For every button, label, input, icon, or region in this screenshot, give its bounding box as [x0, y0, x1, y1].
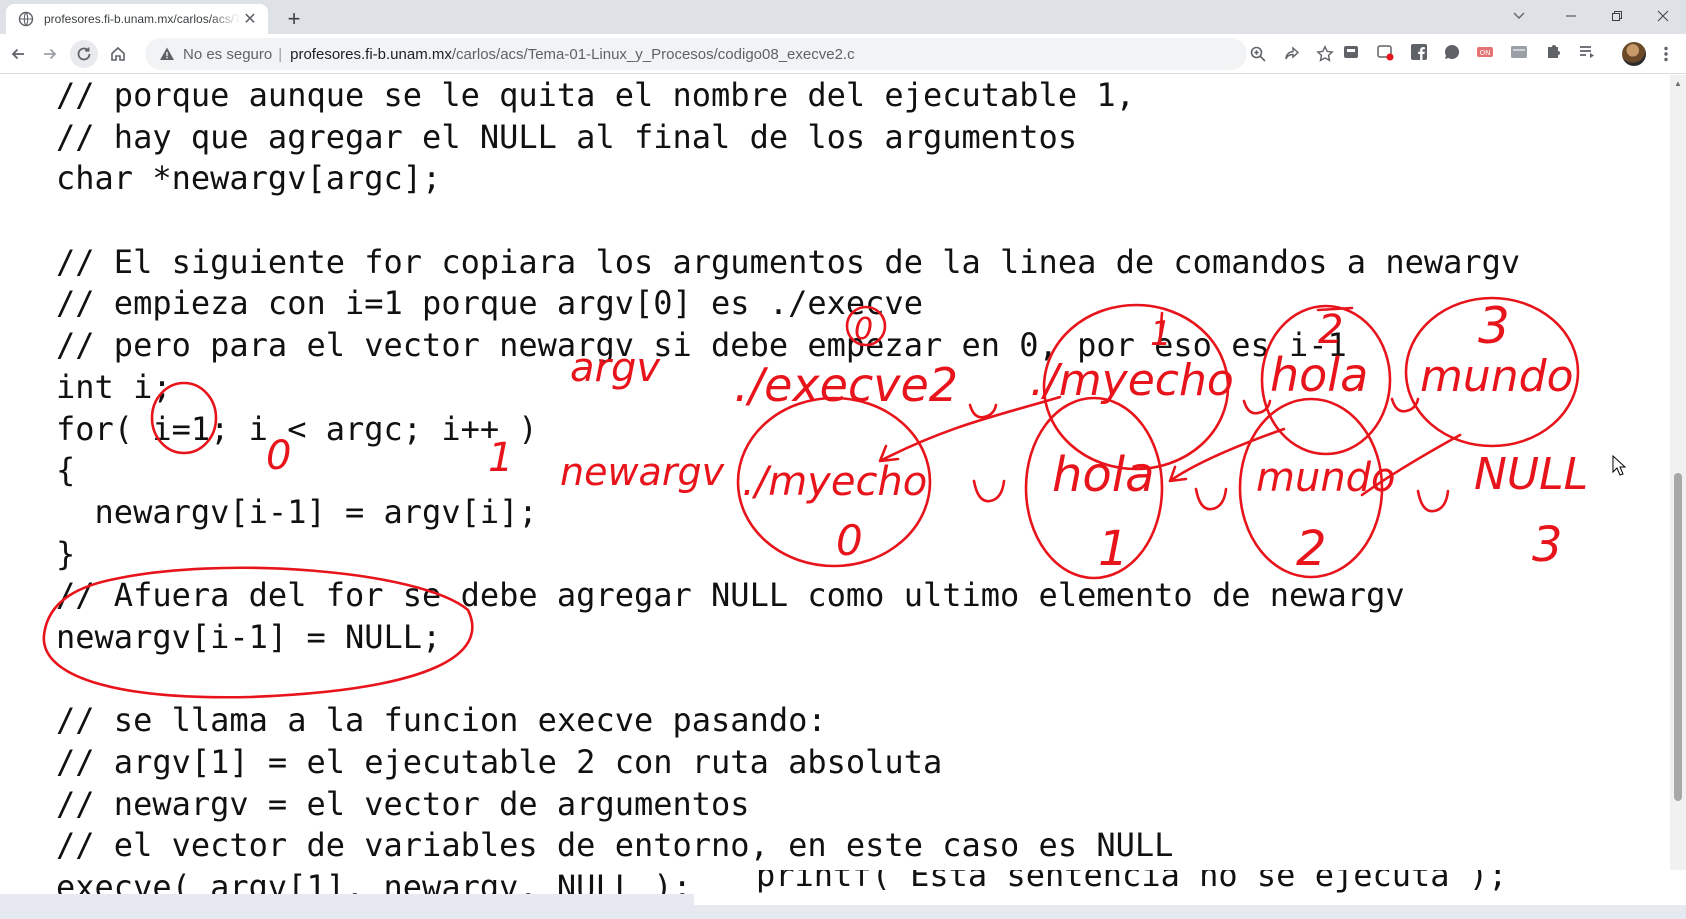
not-secure-label[interactable]: No es seguro: [183, 46, 272, 63]
extensions-puzzle-icon[interactable]: [1544, 43, 1562, 61]
url-path: /carlos/acs/Tema-01-Linux_y_Procesos/cod…: [451, 45, 855, 63]
tab-strip: profesores.fi-b.unam.mx/carlos/acs/Tema-…: [0, 0, 1686, 34]
url-host: profesores.fi-b.unam.mx: [290, 45, 452, 63]
reading-list-icon[interactable]: [1578, 43, 1596, 61]
scroll-up-arrow-icon[interactable]: ▲: [1670, 75, 1686, 91]
tab-search-chevron-down-icon[interactable]: [1496, 2, 1542, 30]
code-line: // hay que agregar el NULL al final de l…: [56, 117, 1078, 156]
more-vert-icon[interactable]: [1654, 40, 1678, 68]
browser-toolbar: No es seguro | profesores.fi-b.unam.mx/c…: [0, 34, 1686, 74]
code-line: }: [56, 534, 76, 573]
warning-icon[interactable]: [159, 46, 175, 62]
code-line: // el vector de variables de entorno, en…: [56, 826, 1174, 865]
mouse-cursor-icon: [1612, 455, 1626, 476]
address-bar[interactable]: No es seguro | profesores.fi-b.unam.mx/c…: [145, 38, 1334, 70]
back-arrow-icon[interactable]: [4, 40, 32, 68]
extension-b-icon[interactable]: [1376, 43, 1394, 61]
overlapping-window-text: printf( Esta sentencia no se ejecuta );: [756, 870, 1508, 894]
browser-tab[interactable]: profesores.fi-b.unam.mx/carlos/acs/Tema-…: [6, 4, 268, 34]
forward-arrow-icon[interactable]: [36, 40, 64, 68]
code-line: // se llama a la funcion execve pasando:: [56, 701, 827, 740]
scroll-thumb[interactable]: [1674, 473, 1682, 801]
code-line: // El siguiente for copiara los argument…: [56, 242, 1521, 281]
code-line: // pero para el vector newargv si debe e…: [56, 326, 1347, 365]
restore-icon[interactable]: [1594, 2, 1640, 30]
tab-close-icon[interactable]: ✕: [242, 11, 258, 28]
code-line: // empieza con i=1 porque argv[0] es ./e…: [56, 284, 923, 323]
taskbar: [0, 894, 694, 919]
share-icon[interactable]: [1283, 45, 1301, 63]
annot-newargv-index-3: 3: [1532, 517, 1563, 573]
tab-title: profesores.fi-b.unam.mx/carlos/acs/Tema-…: [44, 12, 240, 26]
extension-e-icon[interactable]: [1510, 43, 1528, 61]
page-content: // porque aunque se le quita el nombre d…: [0, 75, 1670, 894]
taskbar-strip: [694, 905, 1686, 919]
code-line: newargv[i-1] = argv[i];: [56, 492, 538, 531]
profile-avatar[interactable]: [1622, 42, 1646, 66]
code-line: // argv[1] = el ejecutable 2 con ruta ab…: [56, 743, 943, 781]
address-separator: |: [278, 45, 283, 63]
zoom-icon[interactable]: [1249, 45, 1267, 63]
new-tab-button[interactable]: +: [280, 5, 308, 33]
globe-icon: [18, 11, 34, 27]
code-line: // newargv = el vector de argumentos: [56, 784, 750, 823]
code-line: // porque aunque se le quita el nombre d…: [56, 76, 1135, 114]
code-line: {: [56, 451, 76, 490]
reload-icon[interactable]: [70, 40, 98, 68]
browser-window: profesores.fi-b.unam.mx/carlos/acs/Tema-…: [0, 0, 1686, 919]
code-line: newargv[i-1] = NULL;: [56, 617, 442, 656]
vertical-scrollbar[interactable]: ▲ ▼: [1670, 75, 1686, 894]
svg-text:ON: ON: [1480, 49, 1491, 57]
code-line: for( i=1; i < argc; i++ ): [56, 409, 538, 448]
bookmark-star-icon[interactable]: [1316, 45, 1334, 63]
code-line: // Afuera del for se debe agregar NULL c…: [56, 576, 1405, 615]
extension-a-icon[interactable]: [1342, 43, 1360, 61]
facebook-icon[interactable]: [1410, 43, 1428, 61]
extension-d-icon[interactable]: ON: [1476, 43, 1494, 61]
window-close-icon[interactable]: [1640, 2, 1686, 30]
minimize-icon[interactable]: [1548, 2, 1594, 30]
code-line: char *newargv[argc];: [56, 159, 442, 198]
code-line: int i;: [56, 367, 172, 406]
source-code: // porque aunque se le quita el nombre d…: [56, 75, 1520, 894]
extension-c-icon[interactable]: [1443, 43, 1461, 61]
home-icon[interactable]: [104, 40, 132, 68]
